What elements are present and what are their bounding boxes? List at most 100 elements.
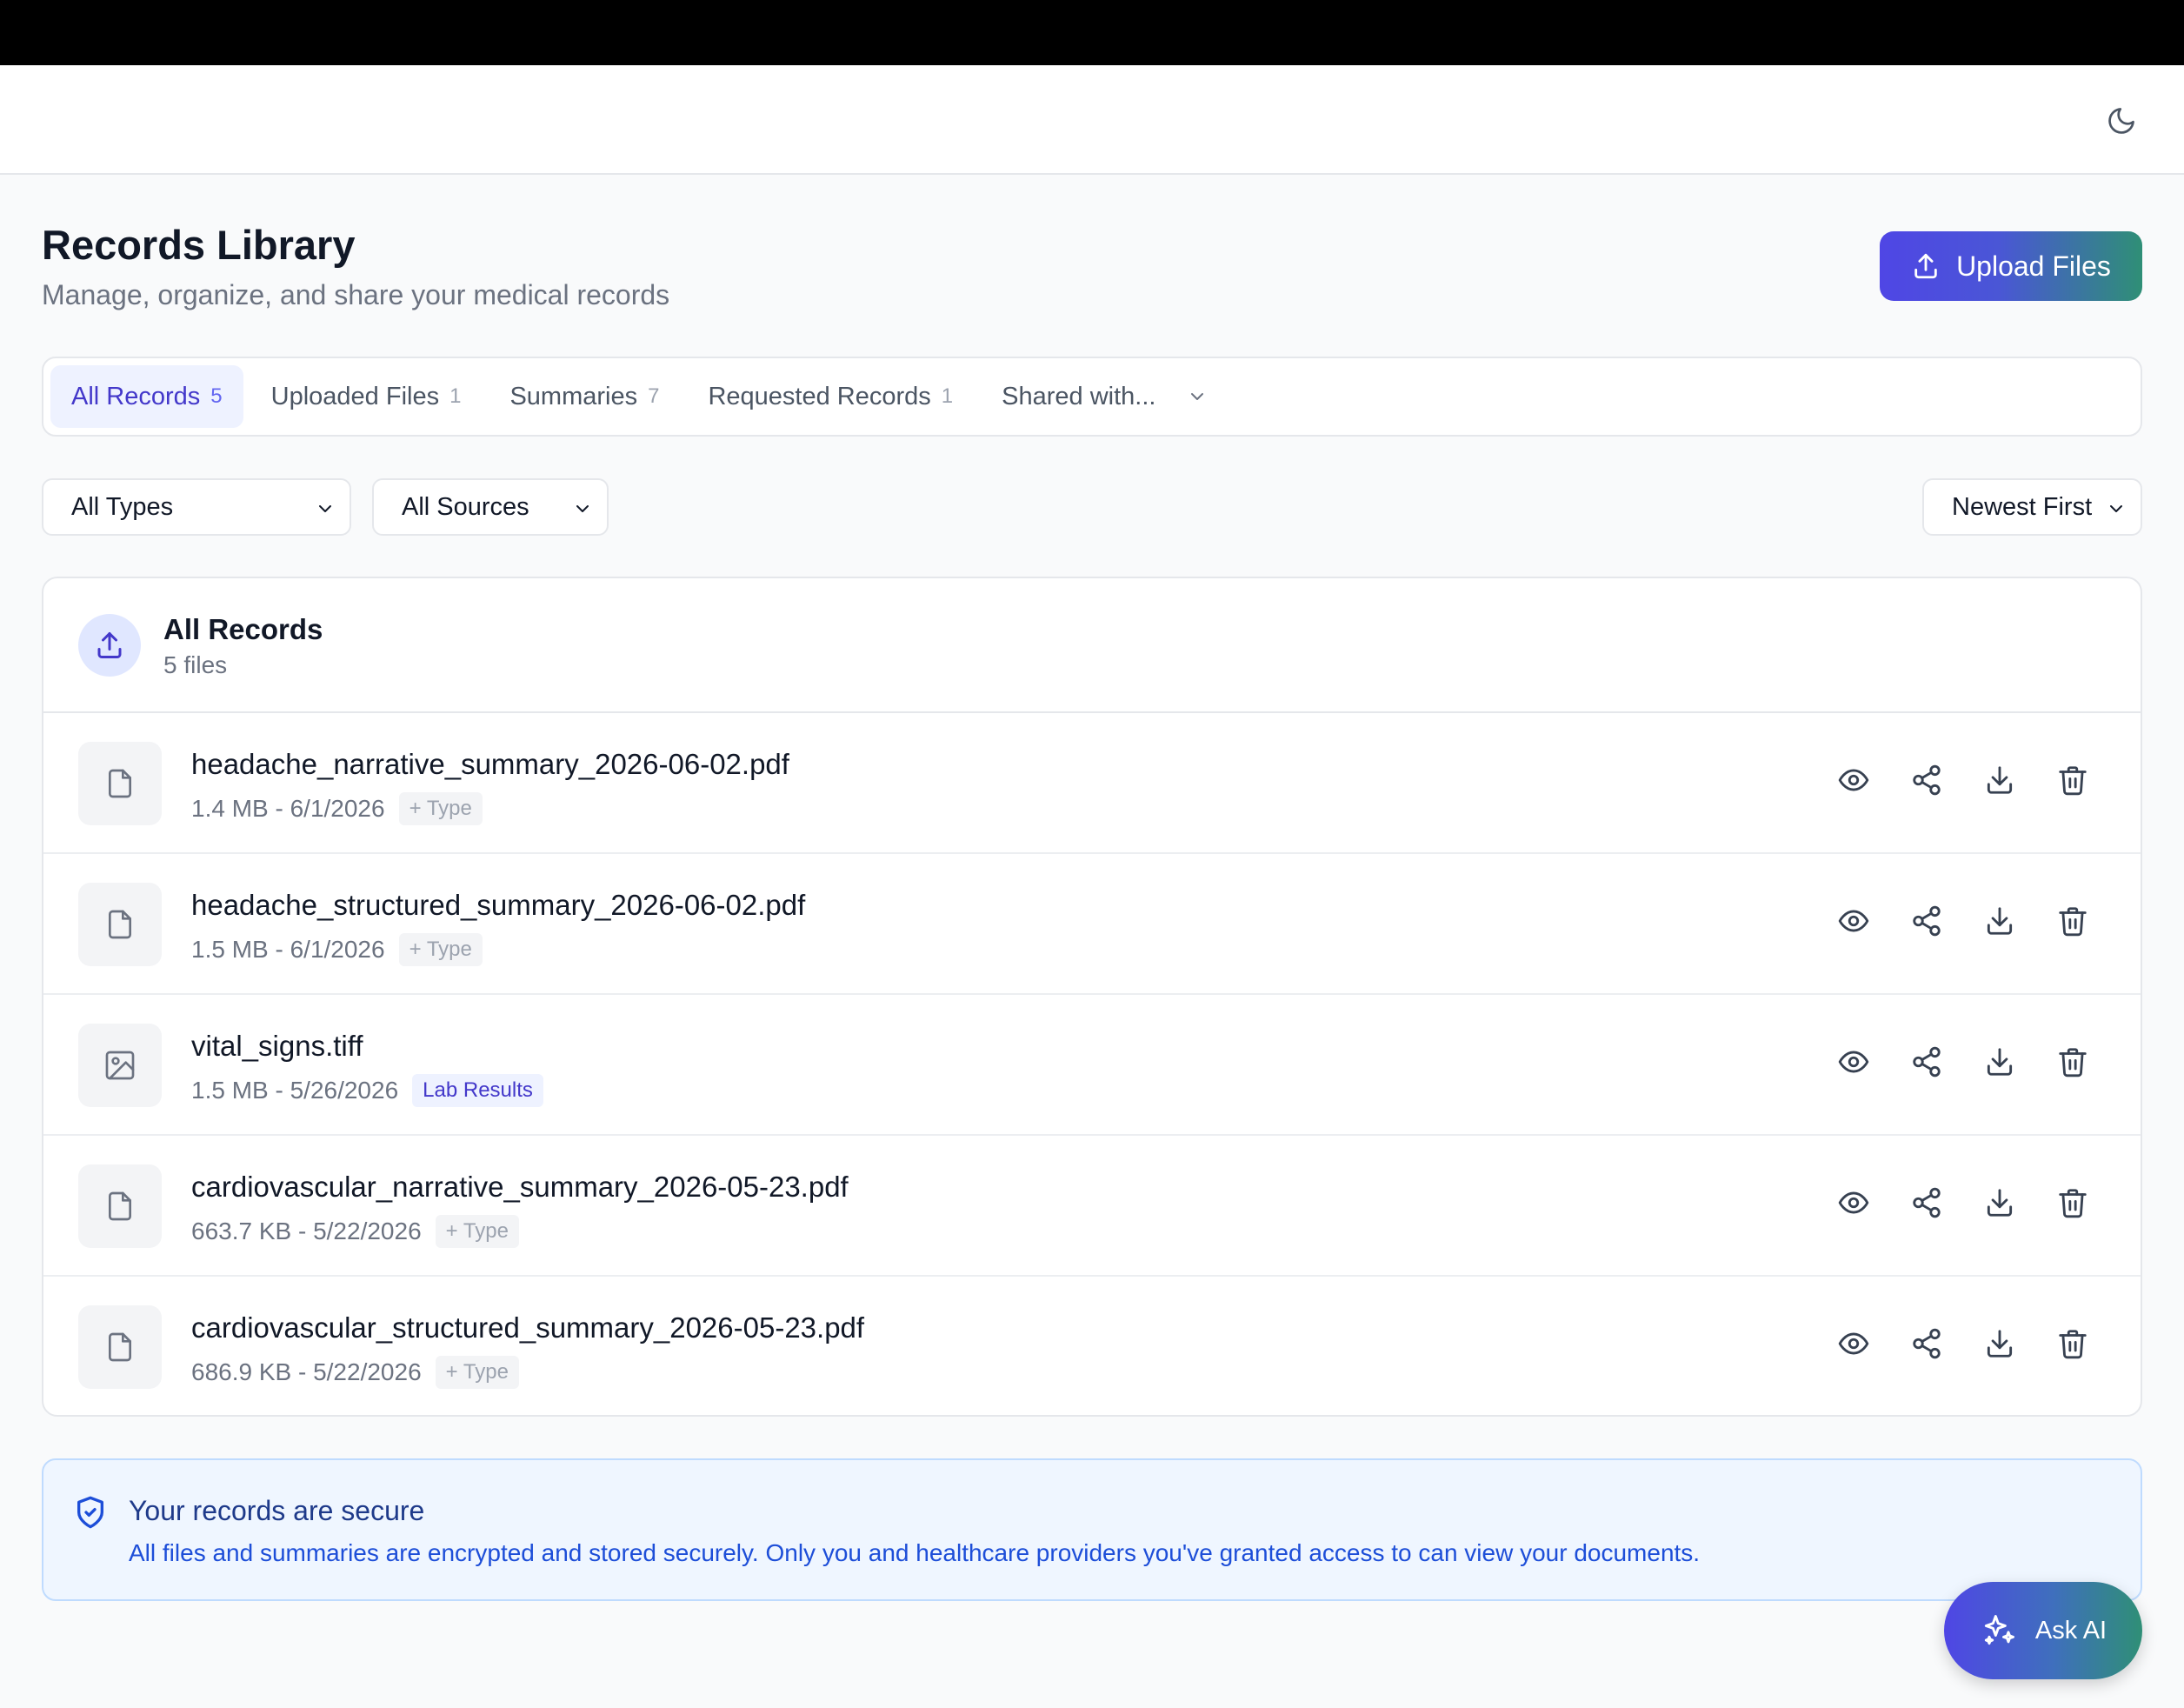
security-notice-title: Your records are secure xyxy=(129,1495,425,1526)
view-button[interactable] xyxy=(1836,904,1871,938)
delete-button[interactable] xyxy=(2055,1044,2090,1079)
record-actions xyxy=(1836,1185,2090,1220)
view-button[interactable] xyxy=(1836,1044,1871,1079)
share-button[interactable] xyxy=(1909,1185,1944,1220)
tab-count: 1 xyxy=(449,384,462,408)
record-meta: 1.5 MB - 6/1/2026 + Type xyxy=(191,933,483,966)
eye-icon xyxy=(1837,1186,1870,1219)
view-button[interactable] xyxy=(1836,1185,1871,1220)
file-icon xyxy=(78,1305,162,1389)
record-row[interactable]: vital_signs.tiff 1.5 MB - 5/26/2026 Lab … xyxy=(43,995,2141,1136)
shield-check-icon xyxy=(77,1496,104,1529)
share-button[interactable] xyxy=(1909,904,1944,938)
tab-requested-records[interactable]: Requested Records 1 xyxy=(687,365,974,428)
source-filter-value: All Sources xyxy=(402,492,529,521)
record-type-badge[interactable]: + Type xyxy=(398,933,483,966)
source-filter-select[interactable]: All Sources xyxy=(372,478,609,536)
record-meta: 1.4 MB - 6/1/2026 + Type xyxy=(191,792,483,825)
records-tabs: All Records 5 Uploaded Files 1 Summaries… xyxy=(42,357,2142,437)
type-filter-value: All Types xyxy=(71,492,174,521)
tab-label: All Records xyxy=(71,382,201,410)
upload-files-label: Upload Files xyxy=(1956,250,2111,282)
trash-icon xyxy=(2056,904,2089,937)
chevron-down-icon xyxy=(576,505,589,512)
share-button[interactable] xyxy=(1909,1326,1944,1361)
record-row[interactable]: cardiovascular_structured_summary_2026-0… xyxy=(43,1277,2141,1415)
record-name[interactable]: vital_signs.tiff xyxy=(191,1030,363,1063)
security-notice: Your records are secure All files and su… xyxy=(42,1458,2142,1601)
tab-label: Requested Records xyxy=(708,382,931,410)
trash-icon xyxy=(2056,1327,2089,1360)
download-button[interactable] xyxy=(1982,904,2017,938)
share-button[interactable] xyxy=(1909,763,1944,797)
tab-summaries[interactable]: Summaries 7 xyxy=(489,365,680,428)
file-icon xyxy=(78,883,162,966)
record-row[interactable]: headache_structured_summary_2026-06-02.p… xyxy=(43,854,2141,995)
chevron-down-icon xyxy=(1191,393,1204,400)
view-button[interactable] xyxy=(1836,1326,1871,1361)
record-actions xyxy=(1836,1326,2090,1361)
record-type-badge[interactable]: Lab Results xyxy=(412,1074,543,1107)
delete-button[interactable] xyxy=(2055,763,2090,797)
upload-files-button[interactable]: Upload Files xyxy=(1880,231,2142,301)
record-row[interactable]: cardiovascular_narrative_summary_2026-05… xyxy=(43,1136,2141,1277)
tab-label: Summaries xyxy=(509,382,638,410)
tab-shared-with-dropdown[interactable]: Shared with... xyxy=(981,365,1228,428)
download-button[interactable] xyxy=(1982,763,2017,797)
record-type-badge[interactable]: + Type xyxy=(435,1356,519,1389)
image-icon xyxy=(78,1024,162,1107)
download-button[interactable] xyxy=(1982,1044,2017,1079)
share-icon xyxy=(1910,904,1943,937)
tab-count: 7 xyxy=(648,384,660,408)
eye-icon xyxy=(1837,764,1870,797)
record-size-date: 663.7 KB - 5/22/2026 xyxy=(191,1218,422,1244)
share-button[interactable] xyxy=(1909,1044,1944,1079)
delete-button[interactable] xyxy=(2055,904,2090,938)
share-icon xyxy=(1910,1045,1943,1078)
download-icon xyxy=(1983,904,2016,937)
theme-toggle-button[interactable] xyxy=(2101,100,2142,142)
tab-uploaded-files[interactable]: Uploaded Files 1 xyxy=(250,365,483,428)
share-icon xyxy=(1910,1186,1943,1219)
tab-count: 1 xyxy=(941,384,954,408)
trash-icon xyxy=(2056,1045,2089,1078)
download-icon xyxy=(1983,764,2016,797)
page-title: Records Library xyxy=(42,222,356,268)
download-button[interactable] xyxy=(1982,1185,2017,1220)
record-type-badge[interactable]: + Type xyxy=(435,1215,519,1248)
chevron-down-icon xyxy=(319,505,331,512)
ask-ai-button[interactable]: Ask AI xyxy=(1944,1582,2142,1679)
trash-icon xyxy=(2056,1186,2089,1219)
record-name[interactable]: cardiovascular_narrative_summary_2026-05… xyxy=(191,1171,849,1204)
record-meta: 686.9 KB - 5/22/2026 + Type xyxy=(191,1356,519,1389)
view-button[interactable] xyxy=(1836,763,1871,797)
share-icon xyxy=(1910,1327,1943,1360)
ask-ai-label: Ask AI xyxy=(2034,1616,2107,1645)
record-size-date: 1.4 MB - 6/1/2026 xyxy=(191,795,385,822)
app-header xyxy=(0,65,2184,175)
record-size-date: 686.9 KB - 5/22/2026 xyxy=(191,1358,422,1385)
records-card: All Records 5 files headache_narrative_s… xyxy=(42,577,2142,1417)
upload-icon xyxy=(1914,253,1937,279)
sort-value: Newest First xyxy=(1952,492,2093,521)
delete-button[interactable] xyxy=(2055,1326,2090,1361)
record-name[interactable]: headache_structured_summary_2026-06-02.p… xyxy=(191,889,805,922)
sort-select[interactable]: Newest First xyxy=(1922,478,2142,536)
delete-button[interactable] xyxy=(2055,1185,2090,1220)
records-card-title: All Records xyxy=(163,613,323,645)
record-row[interactable]: headache_narrative_summary_2026-06-02.pd… xyxy=(43,713,2141,854)
record-name[interactable]: headache_narrative_summary_2026-06-02.pd… xyxy=(191,748,789,781)
download-button[interactable] xyxy=(1982,1326,2017,1361)
sparkles-icon xyxy=(1984,1615,2014,1645)
eye-icon xyxy=(1837,1327,1870,1360)
tab-count: 5 xyxy=(210,384,223,408)
type-filter-select[interactable]: All Types xyxy=(42,478,351,536)
record-name[interactable]: cardiovascular_structured_summary_2026-0… xyxy=(191,1311,864,1344)
record-type-badge[interactable]: + Type xyxy=(398,792,483,825)
record-actions xyxy=(1836,763,2090,797)
top-black-bar xyxy=(0,0,2184,65)
record-size-date: 1.5 MB - 6/1/2026 xyxy=(191,936,385,963)
tab-label: Uploaded Files xyxy=(270,382,440,410)
page-subtitle: Manage, organize, and share your medical… xyxy=(42,279,670,310)
tab-all-records[interactable]: All Records 5 xyxy=(50,365,243,428)
